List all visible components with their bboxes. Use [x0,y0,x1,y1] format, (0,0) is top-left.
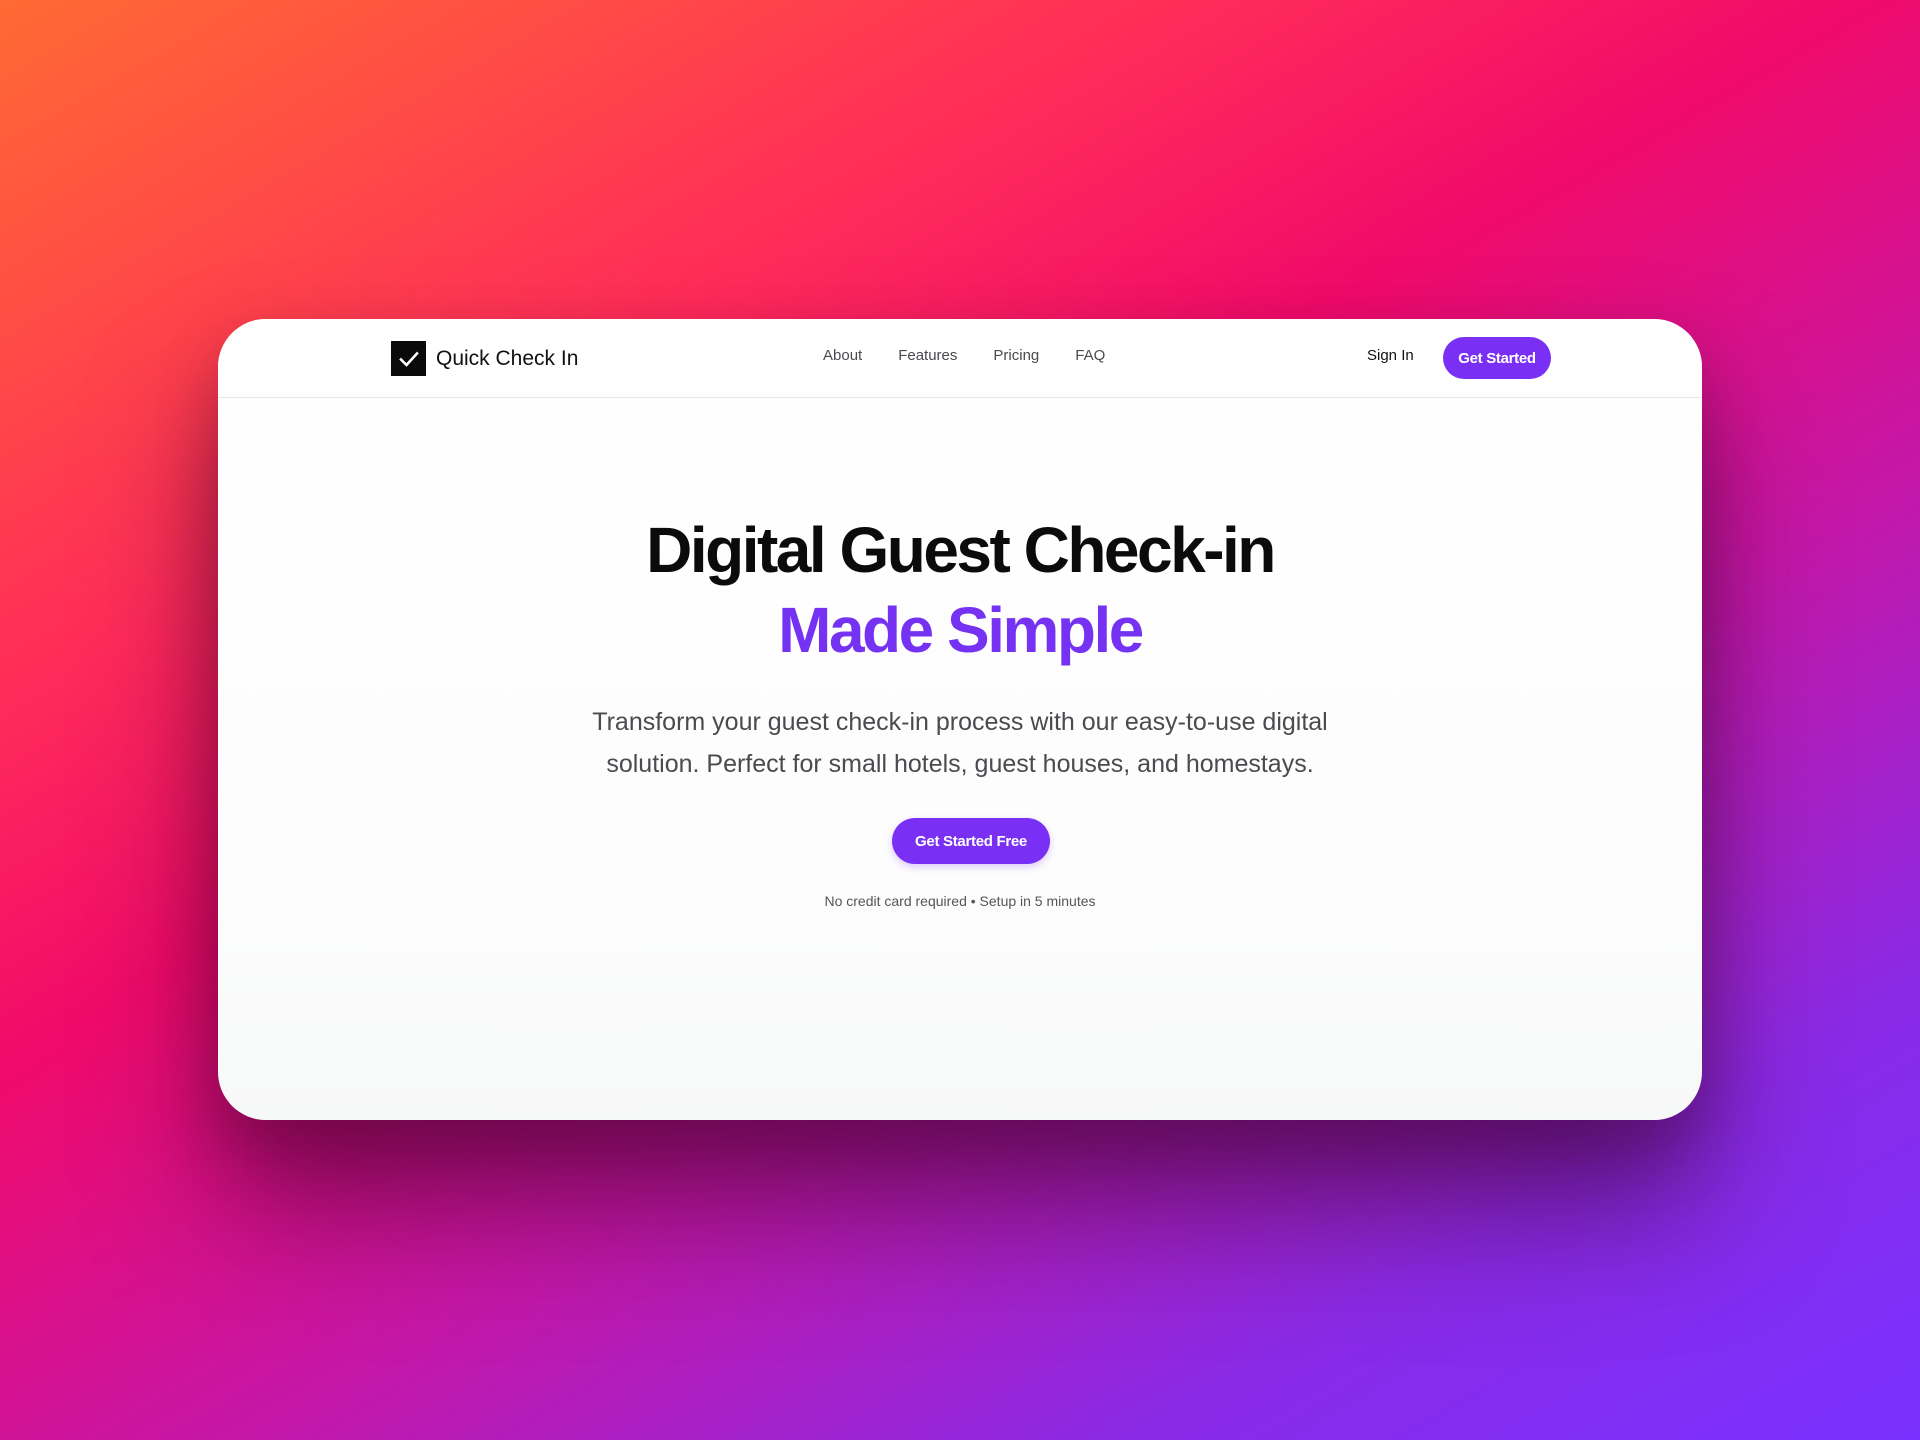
app-window: Quick Check In About Features Pricing FA… [218,319,1702,1120]
get-started-button[interactable]: Get Started [1443,337,1551,379]
nav-link-faq[interactable]: FAQ [1075,347,1105,364]
hero-headline: Digital Guest Check-in [646,514,1276,586]
hero-subtitle: Transform your guest check-in process wi… [592,708,1328,778]
sign-in-link[interactable]: Sign In [1367,347,1414,364]
top-navbar: Quick Check In About Features Pricing FA… [218,319,1702,398]
get-started-free-button[interactable]: Get Started Free [892,818,1050,864]
main-nav: About Features Pricing FAQ [823,347,1105,364]
brand-name: Quick Check In [436,346,579,370]
brand-logo[interactable]: Quick Check In [391,341,578,376]
nav-link-pricing[interactable]: Pricing [993,347,1039,364]
nav-link-about[interactable]: About [823,347,862,364]
hero-headline-accent: Made Simple [778,594,1144,666]
checkmark-icon [391,341,426,376]
hero-fineprint: No credit card required • Setup in 5 min… [824,893,1096,909]
nav-link-features[interactable]: Features [898,347,957,364]
